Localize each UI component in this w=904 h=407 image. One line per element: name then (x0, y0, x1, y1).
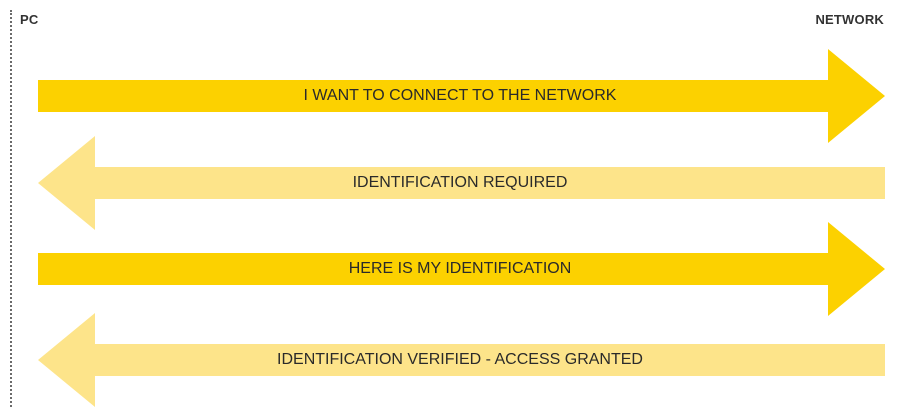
message-4-label: IDENTIFICATION VERIFIED - ACCESS GRANTED (277, 351, 643, 368)
message-flow-diagram: I WANT TO CONNECT TO THE NETWORK IDENTIF… (38, 49, 885, 407)
message-1-label: I WANT TO CONNECT TO THE NETWORK (304, 87, 617, 104)
message-arrow-3: HERE IS MY IDENTIFICATION (38, 222, 885, 316)
message-arrow-4: IDENTIFICATION VERIFIED - ACCESS GRANTED (38, 313, 885, 407)
message-2-label: IDENTIFICATION REQUIRED (353, 174, 568, 191)
message-3-label: HERE IS MY IDENTIFICATION (349, 260, 572, 277)
message-arrow-1: I WANT TO CONNECT TO THE NETWORK (38, 49, 885, 143)
message-arrow-2: IDENTIFICATION REQUIRED (38, 136, 885, 230)
